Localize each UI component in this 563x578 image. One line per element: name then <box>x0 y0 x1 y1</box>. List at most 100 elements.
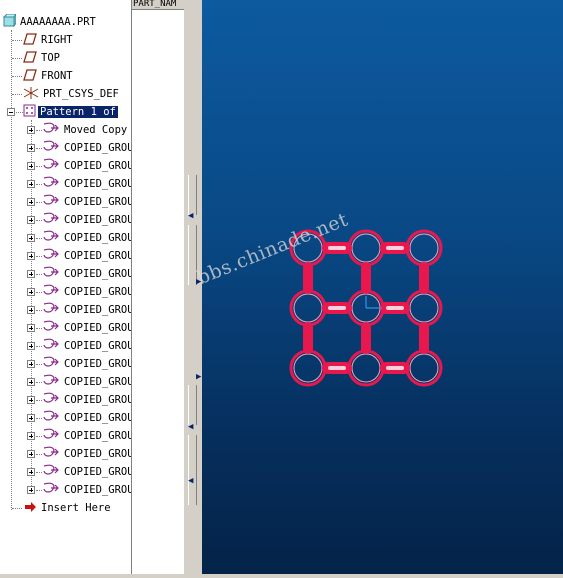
v-link-2-0[interactable] <box>419 262 429 294</box>
tree-node-copied-group[interactable]: COPIED_GROU <box>42 373 131 391</box>
expand-toggle-icon[interactable] <box>27 234 35 242</box>
tree-node-moved-copy[interactable]: Moved Copy <box>42 121 127 139</box>
v-link-0-0[interactable] <box>303 262 313 294</box>
tree-node-copied-group[interactable]: COPIED_GROU <box>42 445 132 463</box>
tree-node-label: COPIED_GROU <box>64 412 132 424</box>
tree-node-copied-group[interactable]: COPIED_GROU <box>42 265 131 283</box>
tree-node-copied-group[interactable]: COPIED_GROU <box>42 229 132 247</box>
expand-toggle-icon[interactable] <box>27 270 35 278</box>
column-header[interactable]: PART_NAM <box>132 0 184 10</box>
tree-node-copied-group[interactable]: COPIED_GROU <box>42 409 132 427</box>
tree-node-copied-group[interactable]: COPIED_GROU <box>42 337 132 355</box>
tree-node-insert-here[interactable]: Insert Here <box>25 499 111 517</box>
copy-group-icon <box>42 230 60 246</box>
v-link-1-0[interactable] <box>361 262 371 294</box>
tree-node-copied-group[interactable]: COPIED_GROU <box>42 427 131 445</box>
copy-group-icon <box>42 212 60 228</box>
ring-1-2[interactable] <box>405 289 443 327</box>
expand-toggle-icon[interactable] <box>27 486 35 494</box>
tree-node-label: COPIED_GROU <box>64 340 132 352</box>
expand-toggle-icon[interactable] <box>27 144 35 152</box>
sash-grip[interactable] <box>188 175 197 215</box>
expand-toggle-icon[interactable] <box>27 378 35 386</box>
tree-node-copied-group[interactable]: COPIED_GROU <box>42 247 132 265</box>
expand-toggle-icon[interactable] <box>27 216 35 224</box>
expand-toggle-icon[interactable] <box>27 162 35 170</box>
tree-node-copied-group[interactable]: COPIED_GROU <box>42 175 131 193</box>
tree-node-copied-group[interactable]: COPIED_GROU <box>42 157 131 175</box>
tree-node-copied-group[interactable]: COPIED_GROU <box>42 211 132 229</box>
splitter[interactable]: ◀ ▶ ▶ ◀ ◀ <box>184 0 202 574</box>
v-link-0-1[interactable] <box>303 322 313 354</box>
h-link-slot <box>386 306 404 310</box>
datum-plane-icon <box>23 68 37 84</box>
tree-node-copied-group[interactable]: COPIED_GROU <box>42 193 131 211</box>
expand-toggle-icon[interactable] <box>27 396 35 404</box>
tree-node-copied-group[interactable]: COPIED_GROU <box>42 283 131 301</box>
expand-toggle-icon[interactable] <box>27 468 35 476</box>
ring-inner-1-0 <box>293 293 323 323</box>
tree-node-datum[interactable]: RIGHT <box>23 31 73 49</box>
tree-node-datum[interactable]: TOP <box>23 49 60 67</box>
expand-toggle-icon[interactable] <box>27 414 35 422</box>
copy-group-icon <box>42 302 60 318</box>
sash-grip[interactable] <box>188 385 197 425</box>
sash-grip[interactable] <box>188 435 197 505</box>
tree-node-copied-group[interactable]: COPIED_GROU <box>42 355 131 373</box>
expand-toggle-icon[interactable] <box>27 180 35 188</box>
ring-0-1[interactable] <box>347 229 385 267</box>
copy-group-icon <box>42 284 60 300</box>
tree-node-datum[interactable]: FRONT <box>23 67 73 85</box>
graphics-viewport[interactable] <box>202 0 563 574</box>
ring-inner-0-2 <box>409 233 439 263</box>
tree-node-copied-group[interactable]: COPIED_GROU <box>42 139 131 157</box>
v-link-2-1[interactable] <box>419 322 429 354</box>
tree-root[interactable]: AAAAAAAA.PRT <box>2 12 96 31</box>
datum-plane-icon <box>23 50 37 66</box>
expand-arrow-icon[interactable]: ▶ <box>196 373 201 382</box>
tree-node-label: COPIED_GROU <box>64 232 132 244</box>
ring-inner-0-1 <box>351 233 381 263</box>
tree-node-copied-group[interactable]: COPIED_GROU <box>42 301 131 319</box>
sash-grip[interactable] <box>188 225 197 285</box>
tree-node-copied-group[interactable]: COPIED_GROU <box>42 481 131 499</box>
expand-toggle-icon[interactable] <box>27 342 35 350</box>
copy-group-icon <box>42 392 60 408</box>
ring-2-0[interactable] <box>289 349 327 387</box>
expand-toggle-icon[interactable] <box>27 306 35 314</box>
ring-0-2[interactable] <box>405 229 443 267</box>
expand-toggle-icon[interactable] <box>27 432 35 440</box>
tree-node-label: COPIED_GROU <box>64 448 132 460</box>
h-link-slot <box>328 246 346 250</box>
expand-toggle-icon[interactable] <box>27 450 35 458</box>
collapse-toggle-icon[interactable] <box>7 108 15 116</box>
tree-node-copied-group[interactable]: COPIED_GROU <box>42 463 131 481</box>
expand-toggle-icon[interactable] <box>27 324 35 332</box>
ring-2-2[interactable] <box>405 349 443 387</box>
collapse-arrow-icon[interactable]: ◀ <box>188 477 193 486</box>
expand-toggle-icon[interactable] <box>27 360 35 368</box>
tree-node-label: COPIED_GROU <box>64 250 132 262</box>
expand-toggle-icon[interactable] <box>27 288 35 296</box>
tree-node-copied-group[interactable]: COPIED_GROU <box>42 319 131 337</box>
tree-node-datum[interactable]: PRT_CSYS_DEF <box>23 85 119 103</box>
ring-2-1[interactable] <box>347 349 385 387</box>
v-link-1-1[interactable] <box>361 322 371 354</box>
collapse-arrow-icon[interactable]: ◀ <box>188 212 193 221</box>
tree-node-copied-group[interactable]: COPIED_GROU <box>42 391 131 409</box>
expand-toggle-icon[interactable] <box>27 198 35 206</box>
collapse-arrow-icon[interactable]: ◀ <box>188 423 193 432</box>
expand-toggle-icon[interactable] <box>27 126 35 134</box>
model-geometry[interactable] <box>202 0 563 574</box>
copy-group-icon <box>42 464 60 480</box>
tree-node-label: COPIED_GROU <box>64 214 132 226</box>
tree-node-pattern[interactable]: Pattern 1 of <box>23 103 118 121</box>
tree-connector <box>16 112 23 113</box>
copy-group-icon <box>42 338 60 354</box>
expand-toggle-icon[interactable] <box>27 252 35 260</box>
insert-arrow-icon <box>25 501 37 515</box>
model-tree[interactable]: AAAAAAAA.PRT RIGHT TOP FRONT PRT_CSYS_DEF Pa… <box>0 0 132 574</box>
tree-node-label: TOP <box>41 52 60 64</box>
tree-node-label: FRONT <box>41 70 73 82</box>
ring-1-0[interactable] <box>289 289 327 327</box>
